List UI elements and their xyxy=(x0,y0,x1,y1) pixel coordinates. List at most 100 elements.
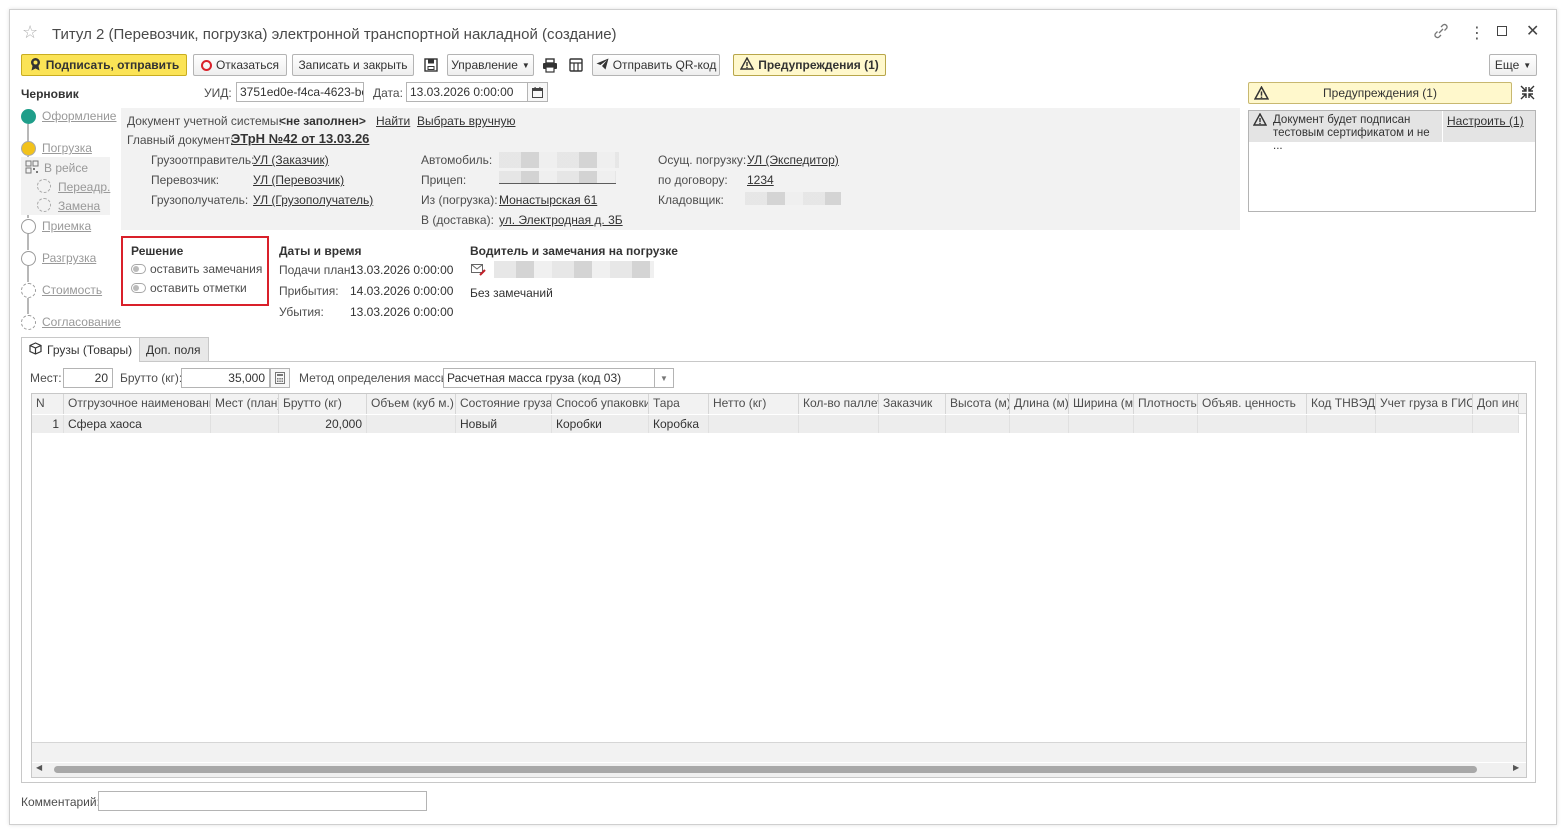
grid-column-header[interactable]: Доп инф xyxy=(1473,394,1519,414)
step-link-cost[interactable]: Стоимость xyxy=(42,283,102,297)
grid-cell[interactable] xyxy=(211,415,279,433)
grid-column-header[interactable]: Плотность xyxy=(1134,394,1198,414)
date-field[interactable]: 13.03.2026 0:00:00 xyxy=(406,82,528,102)
places-label: Мест: xyxy=(30,371,62,385)
grid-column-header[interactable]: Объяв. ценность xyxy=(1198,394,1307,414)
step-link-acceptance[interactable]: Приемка xyxy=(42,219,91,233)
grid-column-header[interactable]: Код ТНВЭД xyxy=(1307,394,1376,414)
grid-column-header[interactable]: Способ упаковки xyxy=(552,394,649,414)
carrier-link[interactable]: УЛ (Перевозчик) xyxy=(253,173,344,187)
shipper-label: Грузоотправитель: xyxy=(151,153,255,167)
grid-cell[interactable] xyxy=(1376,415,1473,433)
sign-send-button[interactable]: Подписать, отправить xyxy=(21,54,187,76)
step-pending-icon xyxy=(21,315,36,330)
decline-button[interactable]: Отказаться xyxy=(193,54,287,76)
step-link-replace[interactable]: Замена xyxy=(58,199,100,213)
calculator-icon[interactable] xyxy=(270,368,290,388)
sign-send-label: Подписать, отправить xyxy=(45,58,180,72)
step-link-loading[interactable]: Погрузка xyxy=(42,141,92,155)
uid-field[interactable]: 3751ed0e-f4ca-4623-bebe xyxy=(236,82,364,102)
grid-column-header[interactable]: Кол-во паллет xyxy=(799,394,879,414)
save-icon[interactable] xyxy=(421,55,441,75)
grid-cell[interactable] xyxy=(799,415,879,433)
more-button[interactable]: Еще ▼ xyxy=(1489,54,1537,76)
link-icon[interactable] xyxy=(1432,22,1450,43)
grid-cell[interactable]: Коробки xyxy=(552,415,649,433)
remarks-toggle[interactable] xyxy=(131,264,146,274)
calendar-icon[interactable] xyxy=(527,82,548,102)
method-select[interactable]: Расчетная масса груза (код 03) xyxy=(443,368,655,388)
comment-field[interactable] xyxy=(98,791,427,811)
grid-cell[interactable] xyxy=(1010,415,1069,433)
from-link[interactable]: Монастырская 61 xyxy=(499,193,597,207)
configure-link[interactable]: Настроить (1) xyxy=(1447,114,1524,128)
grid-cell[interactable] xyxy=(879,415,946,433)
decision-title: Решение xyxy=(131,244,184,258)
grid-cell[interactable] xyxy=(367,415,456,433)
grid-column-header[interactable]: Отгрузочное наименование xyxy=(64,394,211,414)
grid-column-header[interactable]: Тара xyxy=(649,394,709,414)
print-icon[interactable] xyxy=(540,55,560,75)
structure-icon[interactable] xyxy=(566,55,586,75)
warnings-button[interactable]: Предупреждения (1) xyxy=(733,54,886,76)
pick-manual-link[interactable]: Выбрать вручную xyxy=(417,114,515,128)
grid-column-header[interactable]: Мест (план) xyxy=(211,394,279,414)
warnings-panel-header[interactable]: Предупреждения (1) xyxy=(1248,82,1512,104)
tab-cargo[interactable]: Грузы (Товары) xyxy=(21,337,141,362)
chevron-down-icon[interactable]: ▼ xyxy=(654,368,674,388)
gross-field[interactable]: 35,000 xyxy=(181,368,270,388)
find-link[interactable]: Найти xyxy=(376,114,410,128)
scrollbar-thumb[interactable] xyxy=(54,766,1477,773)
step-link-unloading[interactable]: Разгрузка xyxy=(42,251,96,265)
send-qr-button[interactable]: Отправить QR-код xyxy=(592,54,720,76)
plan-value: 13.03.2026 0:00:00 xyxy=(350,263,454,277)
shipper-link[interactable]: УЛ (Заказчик) xyxy=(253,153,329,167)
consignee-link[interactable]: УЛ (Грузополучатель) xyxy=(253,193,373,207)
marks-toggle[interactable] xyxy=(131,283,146,293)
step-link-readdress[interactable]: Переадр. xyxy=(58,180,110,194)
grid-cell[interactable] xyxy=(1134,415,1198,433)
grid-column-header[interactable]: Нетто (кг) xyxy=(709,394,799,414)
grid-cell[interactable] xyxy=(946,415,1010,433)
grid-cell[interactable]: 1 xyxy=(32,415,64,433)
grid-column-header[interactable]: Объем (куб м.) xyxy=(367,394,456,414)
grid-cell[interactable]: Новый xyxy=(456,415,552,433)
step-link-registration[interactable]: Оформление xyxy=(42,109,116,123)
grid-column-header[interactable]: Учет груза в ГИС xyxy=(1376,394,1473,414)
grid-column-header[interactable]: Брутто (кг) xyxy=(279,394,367,414)
more-label: Еще xyxy=(1494,58,1520,72)
grid-column-header[interactable]: Заказчик xyxy=(879,394,946,414)
grid-cell[interactable] xyxy=(1473,415,1519,433)
driver-edit-icon[interactable] xyxy=(471,263,487,280)
favorite-star-icon[interactable]: ☆ xyxy=(22,22,38,43)
grid-column-header[interactable]: N xyxy=(32,394,64,414)
grid-column-header[interactable]: Длина (м) xyxy=(1010,394,1069,414)
save-close-button[interactable]: Записать и закрыть xyxy=(292,54,414,76)
scroll-right-icon[interactable]: ▶ xyxy=(1513,763,1519,772)
collapse-icon[interactable] xyxy=(1519,84,1536,104)
loader-link[interactable]: УЛ (Экспедитор) xyxy=(747,153,839,167)
grid-cell[interactable]: Сфера хаоса xyxy=(64,415,211,433)
main-doc-link[interactable]: ЭТрН №42 от 13.03.26 xyxy=(231,131,369,146)
grid-cell[interactable] xyxy=(1069,415,1134,433)
grid-column-header[interactable]: Состояние груза xyxy=(456,394,552,414)
scroll-left-icon[interactable]: ◀ xyxy=(36,763,42,772)
manage-dropdown-button[interactable]: Управление ▼ xyxy=(447,54,534,76)
comment-label: Комментарий: xyxy=(21,795,100,809)
grid-cell[interactable]: 20,000 xyxy=(279,415,367,433)
grid-cell[interactable] xyxy=(1198,415,1307,433)
tab-extra-fields[interactable]: Доп. поля xyxy=(138,337,209,361)
to-link[interactable]: ул. Электродная д. 3Б xyxy=(499,213,623,227)
close-icon[interactable]: ✕ xyxy=(1526,21,1539,41)
step-link-approval[interactable]: Согласование xyxy=(42,315,121,329)
places-field[interactable]: 20 xyxy=(63,368,113,388)
grid-cell[interactable] xyxy=(1307,415,1376,433)
grid-cell[interactable]: Коробка xyxy=(649,415,709,433)
contract-link[interactable]: 1234 xyxy=(747,173,774,187)
more-vertical-icon[interactable]: ⋮ xyxy=(1469,23,1485,43)
grid-column-header[interactable]: Ширина (м) xyxy=(1069,394,1134,414)
car-label: Автомобиль: xyxy=(421,153,493,167)
grid-column-header[interactable]: Высота (м) xyxy=(946,394,1010,414)
maximize-icon[interactable] xyxy=(1497,26,1507,36)
grid-cell[interactable] xyxy=(709,415,799,433)
